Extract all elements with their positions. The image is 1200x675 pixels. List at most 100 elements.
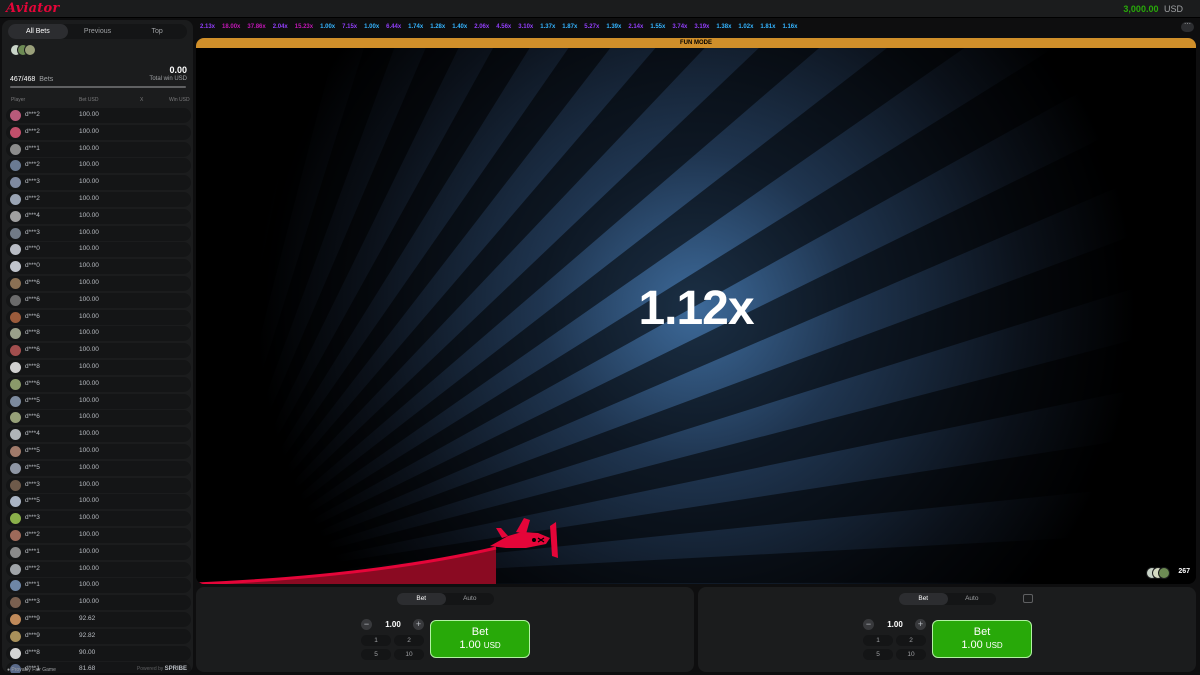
quick-amount-1[interactable]: 1 [361, 635, 391, 646]
multiplier-history: 2.13x 18.00x 37.86x 2.04x 15.23x 1.00x 7.15x 1.… [200, 24, 804, 34]
history-multiplier[interactable]: 2.04x [273, 24, 288, 30]
history-multiplier[interactable]: 2.13x [200, 24, 215, 30]
increase-button[interactable]: + [915, 619, 926, 630]
total-win-label: Total win USD [149, 76, 187, 82]
history-multiplier[interactable]: 1.55x [650, 24, 665, 30]
quick-amount-5[interactable]: 5 [361, 649, 391, 660]
player-name: d***8 [25, 329, 40, 337]
history-multiplier[interactable]: 1.40x [452, 24, 467, 30]
history-multiplier[interactable]: 3.19x [694, 24, 709, 30]
bet-amount: 100.00 [79, 211, 99, 219]
bet-panel-1: Bet Auto − 1.00 + 1 2 5 10 Bet 1.00 USD [196, 587, 694, 672]
tab-all-bets[interactable]: All Bets [8, 24, 68, 39]
tab-previous[interactable]: Previous [68, 24, 128, 39]
history-multiplier[interactable]: 2.06x [474, 24, 489, 30]
player-name: d***6 [25, 379, 40, 387]
player-name: d***3 [25, 480, 40, 488]
tab-auto[interactable]: Auto [446, 593, 495, 605]
spribe-logo: SPRIBE [164, 666, 187, 672]
history-multiplier[interactable]: 1.37x [540, 24, 555, 30]
table-row: d***3 100.00 [6, 511, 191, 527]
history-multiplier[interactable]: 5.27x [584, 24, 599, 30]
table-row: d***4 100.00 [6, 208, 191, 224]
bet-amount-input[interactable]: 1.00 [877, 620, 913, 629]
tab-bet[interactable]: Bet [899, 593, 948, 605]
bet-amount-input[interactable]: 1.00 [375, 620, 411, 629]
bet-amount: 100.00 [79, 295, 99, 303]
avatar [10, 479, 21, 491]
history-multiplier[interactable]: 1.02x [738, 24, 753, 30]
decrease-button[interactable]: − [863, 619, 874, 630]
history-multiplier[interactable]: 1.87x [562, 24, 577, 30]
bets-list: d***2 100.00 d***2 100.00 d***1 100.00 d***2 10… [6, 108, 191, 673]
history-multiplier[interactable]: 2.14x [628, 24, 643, 30]
history-multiplier[interactable]: 1.81x [760, 24, 775, 30]
avatar [10, 328, 21, 340]
history-multiplier[interactable]: 6.44x [386, 24, 401, 30]
history-multiplier[interactable]: 37.86x [247, 24, 265, 30]
avatar [10, 261, 21, 273]
quick-amount-10[interactable]: 10 [394, 649, 424, 660]
table-row: d***8 100.00 [6, 359, 191, 375]
player-name: d***6 [25, 278, 40, 286]
player-name: d***5 [25, 497, 40, 505]
history-multiplier[interactable]: 1.39x [606, 24, 621, 30]
history-multiplier[interactable]: 1.38x [716, 24, 731, 30]
history-multiplier[interactable]: 18.00x [222, 24, 240, 30]
aviator-logo[interactable]: Aviator [6, 1, 59, 16]
player-name: d***4 [25, 211, 40, 219]
table-row: d***5 100.00 [6, 393, 191, 409]
player-name: d***6 [25, 312, 40, 320]
avatar [10, 529, 21, 541]
current-multiplier: 1.12x [638, 282, 754, 335]
avatar [10, 345, 21, 357]
decrease-button[interactable]: − [361, 619, 372, 630]
history-multiplier[interactable]: 3.10x [518, 24, 533, 30]
quick-amount-2[interactable]: 2 [896, 635, 926, 646]
avatar [10, 160, 21, 172]
avatar [10, 395, 21, 407]
avatar [10, 546, 21, 558]
history-multiplier[interactable]: 15.23x [295, 24, 313, 30]
bet-amount: 100.00 [79, 278, 99, 286]
avatar [10, 647, 21, 659]
quick-amount-10[interactable]: 10 [896, 649, 926, 660]
place-bet-button[interactable]: Bet 1.00 USD [430, 620, 530, 658]
bet-amount: 100.00 [79, 413, 99, 421]
avatar [10, 193, 21, 205]
history-multiplier[interactable]: 1.00x [364, 24, 379, 30]
player-name: d***4 [25, 430, 40, 438]
tab-top[interactable]: Top [127, 24, 187, 39]
avatar [10, 210, 21, 222]
quick-amount-5[interactable]: 5 [863, 649, 893, 660]
bet-amount: 100.00 [79, 312, 99, 320]
history-multiplier[interactable]: 1.16x [782, 24, 797, 30]
quick-amount-2[interactable]: 2 [394, 635, 424, 646]
table-row: d***3 100.00 [6, 225, 191, 241]
bet-amount: 92.62 [79, 614, 96, 622]
avatar [10, 311, 21, 323]
history-multiplier[interactable]: 1.00x [320, 24, 335, 30]
player-name: d***8 [25, 362, 40, 370]
bet-amount: 100.00 [79, 144, 99, 152]
place-bet-button[interactable]: Bet 1.00 USD [932, 620, 1032, 658]
quick-amount-1[interactable]: 1 [863, 635, 893, 646]
history-multiplier[interactable]: 3.74x [672, 24, 687, 30]
bet-amount: 81.68 [79, 665, 96, 673]
history-multiplier[interactable]: 4.56x [496, 24, 511, 30]
history-multiplier[interactable]: 1.28x [430, 24, 445, 30]
powered-by-label: Powered by [136, 666, 164, 672]
avatar [10, 462, 21, 474]
history-multiplier[interactable]: 7.15x [342, 24, 357, 30]
history-more-button[interactable]: ⋯ [1181, 21, 1194, 32]
player-name: d***2 [25, 194, 40, 202]
tab-bet[interactable]: Bet [397, 593, 446, 605]
avatar [10, 294, 21, 306]
remove-panel-icon[interactable] [1023, 594, 1033, 603]
history-multiplier[interactable]: 1.74x [408, 24, 423, 30]
increase-button[interactable]: + [413, 619, 424, 630]
tab-auto[interactable]: Auto [948, 593, 997, 605]
provably-fair-link[interactable]: ● Provably Fair Game [7, 667, 56, 673]
table-row: d***2 100.00 [6, 124, 191, 140]
table-row: d***6 100.00 [6, 309, 191, 325]
